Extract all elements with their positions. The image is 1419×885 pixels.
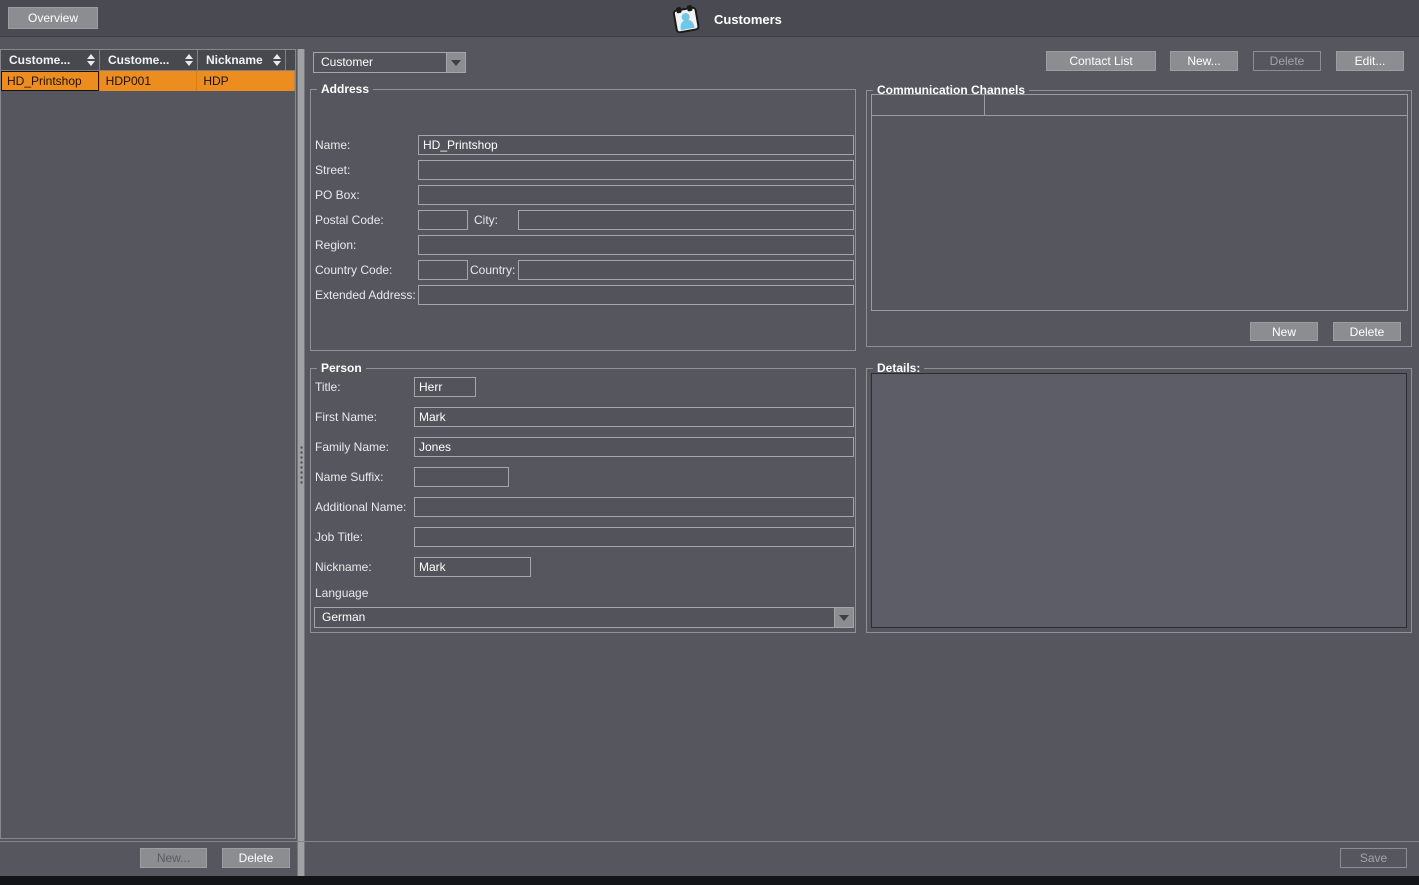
name-suffix-label: Name Suffix: [315, 467, 383, 487]
address-group-title: Address [317, 82, 373, 96]
delete-list-entry-button[interactable]: Delete [222, 848, 290, 868]
edit-customer-button[interactable]: Edit... [1336, 51, 1404, 71]
address-group: Address Name: Street: PO Box: Postal Cod… [310, 89, 856, 351]
window-bottom-bar [0, 876, 1419, 885]
street-label: Street: [315, 160, 350, 180]
customers-icon [670, 3, 702, 35]
region-field[interactable] [418, 235, 854, 255]
country-code-field[interactable] [418, 260, 468, 280]
new-customer-button[interactable]: New... [1170, 51, 1238, 71]
panel-splitter[interactable] [297, 49, 305, 876]
customer-list-header: Custome... Custome... Nickname [1, 50, 295, 71]
postal-code-field[interactable] [418, 210, 468, 230]
top-bar: Overview Customers [0, 0, 1419, 37]
country-field[interactable] [518, 260, 854, 280]
postal-code-label: Postal Code: [315, 210, 384, 230]
name-label: Name: [315, 135, 350, 155]
family-name-label: Family Name: [315, 437, 389, 457]
customer-type-select[interactable]: Customer [313, 52, 466, 73]
extended-address-field[interactable] [418, 285, 854, 305]
cell-customer-name[interactable]: HD_Printshop [1, 71, 100, 91]
splitter-grip-icon [299, 445, 304, 485]
column-header-customer-number[interactable]: Custome... [100, 50, 198, 70]
city-field[interactable] [518, 210, 854, 230]
family-name-field[interactable] [414, 437, 854, 457]
name-suffix-field[interactable] [414, 467, 509, 487]
first-name-label: First Name: [315, 407, 377, 427]
communication-channels-header [872, 95, 1407, 116]
sort-icon[interactable] [273, 54, 281, 66]
overview-button[interactable]: Overview [8, 7, 98, 29]
channel-value-column-header[interactable] [985, 95, 1407, 115]
bottom-divider [0, 841, 1419, 842]
column-header-customer-name[interactable]: Custome... [1, 50, 100, 70]
job-title-label: Job Title: [315, 527, 363, 547]
language-value: German [315, 608, 834, 627]
new-list-entry-button: New... [140, 848, 207, 868]
po-box-label: PO Box: [315, 185, 360, 205]
new-channel-button[interactable]: New [1250, 322, 1318, 341]
person-group-title: Person [317, 361, 366, 375]
person-group: Person Title: First Name: Family Name: N… [310, 368, 856, 633]
street-field[interactable] [418, 160, 854, 180]
country-code-label: Country Code: [315, 260, 392, 280]
region-label: Region: [315, 235, 356, 255]
additional-name-field[interactable] [414, 497, 854, 517]
table-row-selected[interactable]: HD_Printshop HDP001 HDP [1, 71, 295, 91]
title-field[interactable] [414, 377, 476, 397]
delete-customer-button: Delete [1253, 51, 1321, 71]
title-label: Title: [315, 377, 341, 397]
channel-type-column-header[interactable] [872, 95, 985, 115]
po-box-field[interactable] [418, 185, 854, 205]
chevron-down-icon[interactable] [834, 608, 853, 627]
customer-list-panel: Custome... Custome... Nickname HD_Prints… [0, 49, 296, 839]
nickname-field[interactable] [414, 557, 531, 577]
customer-type-value: Customer [314, 53, 446, 72]
job-title-field[interactable] [414, 527, 854, 547]
language-label: Language [315, 583, 368, 603]
nickname-label: Nickname: [315, 557, 372, 577]
cell-customer-number[interactable]: HDP001 [100, 71, 198, 91]
name-field[interactable] [418, 135, 854, 155]
city-label: City: [474, 210, 498, 230]
delete-channel-button[interactable]: Delete [1333, 322, 1401, 341]
save-button: Save [1340, 848, 1407, 868]
details-textarea[interactable] [871, 373, 1407, 628]
page-title-group: Customers [670, 3, 782, 35]
sort-icon[interactable] [185, 54, 193, 66]
cell-nickname[interactable]: HDP [197, 71, 295, 91]
country-label: Country: [470, 260, 515, 280]
additional-name-label: Additional Name: [315, 497, 406, 517]
communication-channels-group: Communication Channels New Delete [866, 90, 1412, 347]
chevron-down-icon[interactable] [446, 53, 465, 72]
first-name-field[interactable] [414, 407, 854, 427]
page-title: Customers [714, 12, 782, 27]
column-header-filler [286, 50, 295, 70]
sort-icon[interactable] [87, 54, 95, 66]
column-header-nickname[interactable]: Nickname [198, 50, 286, 70]
communication-channels-table [871, 94, 1408, 311]
extended-address-label: Extended Address: [315, 285, 416, 305]
details-group: Details: [866, 368, 1412, 633]
language-select[interactable]: German [314, 607, 854, 628]
contact-list-button[interactable]: Contact List [1046, 51, 1156, 71]
